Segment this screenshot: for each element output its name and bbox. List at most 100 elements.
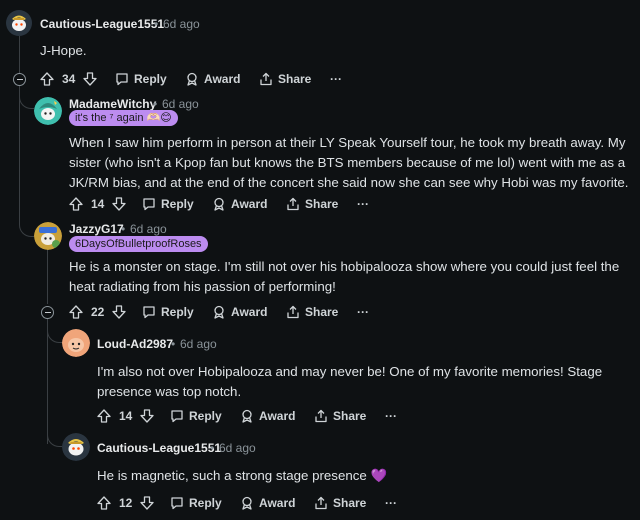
avatar[interactable] bbox=[62, 329, 90, 357]
username[interactable]: Loud-Ad2987 bbox=[97, 337, 173, 351]
reply-label: Reply bbox=[161, 197, 194, 211]
share-label: Share bbox=[333, 496, 367, 510]
award-icon bbox=[187, 72, 197, 86]
more-icon: ··· bbox=[357, 197, 369, 211]
minus-icon bbox=[44, 312, 51, 313]
vote-group: 12 bbox=[97, 493, 155, 513]
reply-label: Reply bbox=[189, 496, 222, 510]
more-options-button[interactable]: ··· bbox=[385, 493, 397, 513]
reply-label: Reply bbox=[161, 305, 194, 319]
downvote-icon[interactable] bbox=[112, 305, 127, 319]
reply-icon bbox=[143, 306, 155, 319]
avatar[interactable] bbox=[34, 97, 62, 125]
award-button[interactable]: Award bbox=[212, 302, 267, 322]
thread-curve bbox=[19, 94, 34, 109]
timestamp[interactable]: 6d ago bbox=[162, 97, 199, 111]
upvote-icon[interactable] bbox=[69, 197, 83, 211]
timestamp[interactable]: 6d ago bbox=[130, 222, 167, 236]
share-icon bbox=[315, 496, 327, 510]
reply-icon bbox=[171, 497, 183, 510]
share-label: Share bbox=[278, 72, 312, 86]
avatar[interactable] bbox=[6, 10, 32, 36]
reply-button[interactable]: Reply bbox=[115, 69, 167, 89]
snoo-avatar-icon bbox=[62, 433, 90, 461]
vote-group: 14 bbox=[97, 406, 155, 426]
award-button[interactable]: Award bbox=[240, 493, 295, 513]
comment-body: He is magnetic, such a strong stage pres… bbox=[97, 468, 388, 483]
more-options-button[interactable]: ··· bbox=[385, 406, 397, 426]
timestamp[interactable]: 6d ago bbox=[180, 337, 217, 351]
share-button[interactable]: Share bbox=[314, 406, 366, 426]
thread-curve bbox=[19, 222, 34, 237]
collapse-thread-button[interactable] bbox=[41, 306, 54, 319]
separator-dot: • bbox=[153, 97, 158, 111]
share-button[interactable]: Share bbox=[286, 194, 338, 214]
award-label: Award bbox=[231, 197, 268, 211]
share-icon bbox=[315, 409, 327, 423]
timestamp[interactable]: 6d ago bbox=[219, 441, 256, 455]
username[interactable]: Cautious-League1551 bbox=[40, 17, 164, 31]
vote-count: 12 bbox=[119, 496, 133, 510]
more-icon: ··· bbox=[385, 496, 397, 510]
more-icon: ··· bbox=[357, 305, 369, 319]
share-button[interactable]: Share bbox=[314, 493, 366, 513]
share-button[interactable]: Share bbox=[259, 69, 311, 89]
user-flair: 6DaysOfBulletproofRoses bbox=[69, 236, 208, 252]
reply-label: Reply bbox=[189, 409, 222, 423]
downvote-icon[interactable] bbox=[140, 409, 155, 423]
award-button[interactable]: Award bbox=[185, 69, 240, 89]
reply-button[interactable]: Reply bbox=[142, 194, 194, 214]
avatar[interactable] bbox=[34, 222, 62, 250]
award-icon bbox=[214, 305, 224, 319]
more-icon: ··· bbox=[330, 72, 342, 86]
vote-count: 22 bbox=[91, 305, 105, 319]
comment-actions: 12 Reply Award Share ··· bbox=[97, 493, 417, 513]
upvote-icon[interactable] bbox=[69, 305, 83, 319]
upvote-icon[interactable] bbox=[97, 496, 111, 510]
comment-body: He is a monster on stage. I'm still not … bbox=[69, 259, 620, 294]
reply-button[interactable]: Reply bbox=[170, 406, 222, 426]
award-label: Award bbox=[204, 72, 241, 86]
downvote-icon[interactable] bbox=[140, 496, 155, 510]
reply-icon bbox=[171, 410, 183, 423]
comment-actions: 22 Reply Award Share ··· bbox=[69, 302, 389, 322]
downvote-icon[interactable] bbox=[112, 197, 127, 211]
vote-group: 22 bbox=[69, 302, 127, 322]
reply-icon bbox=[116, 73, 128, 86]
minus-icon bbox=[16, 79, 23, 80]
share-label: Share bbox=[305, 305, 339, 319]
award-icon bbox=[214, 197, 224, 211]
username[interactable]: JazzyG17 bbox=[69, 222, 124, 236]
award-icon bbox=[242, 496, 252, 510]
more-options-button[interactable]: ··· bbox=[357, 302, 369, 322]
separator-dot: • bbox=[171, 337, 176, 351]
username[interactable]: Cautious-League1551 bbox=[97, 441, 221, 455]
more-options-button[interactable]: ··· bbox=[330, 69, 342, 89]
snoo-avatar-icon bbox=[34, 97, 62, 125]
reply-button[interactable]: Reply bbox=[170, 493, 222, 513]
snoo-avatar-icon bbox=[34, 222, 62, 250]
reply-button[interactable]: Reply bbox=[142, 302, 194, 322]
upvote-icon[interactable] bbox=[40, 72, 54, 86]
thread-line-jazzy[interactable] bbox=[47, 248, 48, 304]
timestamp[interactable]: 6d ago bbox=[163, 17, 200, 31]
share-button[interactable]: Share bbox=[286, 302, 338, 322]
vote-group: 14 bbox=[69, 194, 127, 214]
award-button[interactable]: Award bbox=[212, 194, 267, 214]
more-options-button[interactable]: ··· bbox=[357, 194, 369, 214]
award-icon bbox=[242, 409, 252, 423]
upvote-icon[interactable] bbox=[97, 409, 111, 423]
avatar[interactable] bbox=[62, 433, 90, 461]
thread-line-root-branch[interactable] bbox=[19, 84, 20, 224]
vote-group: 34 bbox=[40, 69, 98, 89]
share-icon bbox=[287, 197, 299, 211]
separator-dot: • bbox=[121, 222, 126, 236]
collapse-thread-button[interactable] bbox=[13, 73, 26, 86]
downvote-icon[interactable] bbox=[83, 72, 98, 86]
comment-body: When I saw him perform in person at thei… bbox=[69, 135, 629, 190]
award-button[interactable]: Award bbox=[240, 406, 295, 426]
share-icon bbox=[287, 305, 299, 319]
comment-body: J-Hope. bbox=[40, 43, 87, 58]
username[interactable]: MadameWitchy bbox=[69, 97, 156, 111]
user-flair: it's the ⁷ again 🫶🏻😊 bbox=[69, 110, 178, 126]
